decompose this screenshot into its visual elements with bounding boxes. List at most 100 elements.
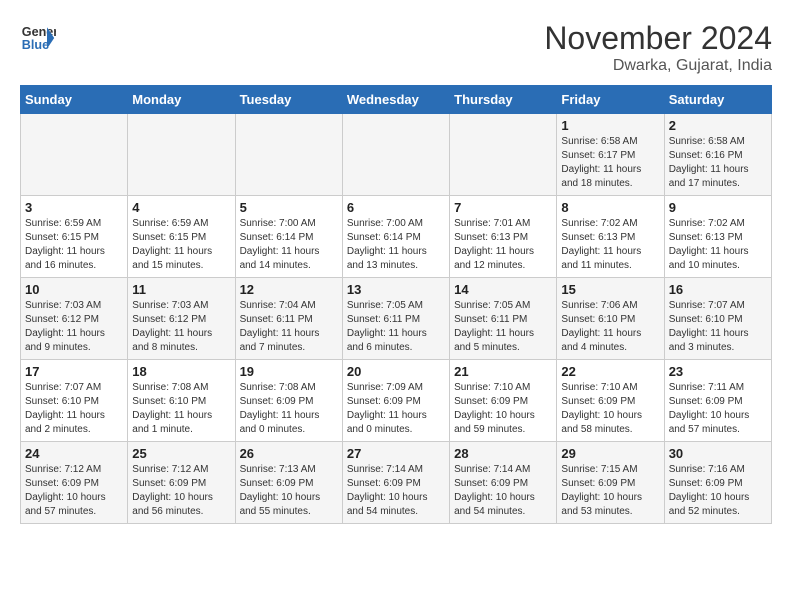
calendar-cell: 1 Sunrise: 6:58 AM Sunset: 6:17 PM Daylig…	[557, 114, 664, 196]
calendar-cell: 22 Sunrise: 7:10 AM Sunset: 6:09 PM Dayli…	[557, 360, 664, 442]
day-number: 29	[561, 446, 659, 461]
calendar-cell: 30 Sunrise: 7:16 AM Sunset: 6:09 PM Dayli…	[664, 442, 771, 524]
day-info: Sunrise: 7:10 AM Sunset: 6:09 PM Dayligh…	[561, 381, 659, 437]
day-number: 17	[25, 364, 123, 379]
day-number: 7	[454, 200, 552, 215]
day-info: Sunrise: 7:01 AM Sunset: 6:13 PM Dayligh…	[454, 217, 552, 273]
calendar-cell: 12 Sunrise: 7:04 AM Sunset: 6:11 PM Dayli…	[235, 278, 342, 360]
day-number: 23	[669, 364, 767, 379]
day-info: Sunrise: 7:14 AM Sunset: 6:09 PM Dayligh…	[454, 463, 552, 519]
day-number: 21	[454, 364, 552, 379]
day-info: Sunrise: 7:13 AM Sunset: 6:09 PM Dayligh…	[240, 463, 338, 519]
day-number: 26	[240, 446, 338, 461]
day-info: Sunrise: 7:04 AM Sunset: 6:11 PM Dayligh…	[240, 299, 338, 355]
day-info: Sunrise: 7:06 AM Sunset: 6:10 PM Dayligh…	[561, 299, 659, 355]
day-of-week-header: Monday	[128, 86, 235, 114]
calendar-cell: 8Sunrise: 7:02 AM Sunset: 6:13 PM Daylig…	[557, 196, 664, 278]
day-info: Sunrise: 7:00 AM Sunset: 6:14 PM Dayligh…	[240, 217, 338, 273]
day-of-week-header: Wednesday	[342, 86, 449, 114]
calendar-cell: 16 Sunrise: 7:07 AM Sunset: 6:10 PM Dayli…	[664, 278, 771, 360]
day-of-week-header: Saturday	[664, 86, 771, 114]
calendar-cell: 13 Sunrise: 7:05 AM Sunset: 6:11 PM Dayli…	[342, 278, 449, 360]
calendar-cell: 2 Sunrise: 6:58 AM Sunset: 6:16 PM Daylig…	[664, 114, 771, 196]
day-number: 28	[454, 446, 552, 461]
day-info: Sunrise: 7:03 AM Sunset: 6:12 PM Dayligh…	[25, 299, 123, 355]
day-number: 12	[240, 282, 338, 297]
calendar-cell: 18Sunrise: 7:08 AM Sunset: 6:10 PM Dayli…	[128, 360, 235, 442]
day-number: 14	[454, 282, 552, 297]
day-number: 16	[669, 282, 767, 297]
calendar-cell: 19 Sunrise: 7:08 AM Sunset: 6:09 PM Dayli…	[235, 360, 342, 442]
day-number: 24	[25, 446, 123, 461]
day-number: 22	[561, 364, 659, 379]
day-info: Sunrise: 7:08 AM Sunset: 6:09 PM Dayligh…	[240, 381, 338, 437]
day-number: 6	[347, 200, 445, 215]
day-info: Sunrise: 7:09 AM Sunset: 6:09 PM Dayligh…	[347, 381, 445, 437]
calendar-cell: 26 Sunrise: 7:13 AM Sunset: 6:09 PM Dayli…	[235, 442, 342, 524]
day-info: Sunrise: 6:59 AM Sunset: 6:15 PM Dayligh…	[132, 217, 230, 273]
calendar-cell: 5 Sunrise: 7:00 AM Sunset: 6:14 PM Daylig…	[235, 196, 342, 278]
day-number: 2	[669, 118, 767, 133]
day-info: Sunrise: 7:12 AM Sunset: 6:09 PM Dayligh…	[25, 463, 123, 519]
day-info: Sunrise: 7:14 AM Sunset: 6:09 PM Dayligh…	[347, 463, 445, 519]
day-info: Sunrise: 7:15 AM Sunset: 6:09 PM Dayligh…	[561, 463, 659, 519]
calendar-cell: 14 Sunrise: 7:05 AM Sunset: 6:11 PM Dayli…	[450, 278, 557, 360]
title-block: November 2024 Dwarka, Gujarat, India	[544, 20, 772, 75]
location-subtitle: Dwarka, Gujarat, India	[544, 57, 772, 75]
day-number: 30	[669, 446, 767, 461]
day-number: 1	[561, 118, 659, 133]
calendar-cell	[450, 114, 557, 196]
day-info: Sunrise: 6:58 AM Sunset: 6:16 PM Dayligh…	[669, 135, 767, 191]
day-info: Sunrise: 7:07 AM Sunset: 6:10 PM Dayligh…	[669, 299, 767, 355]
calendar-cell: 29 Sunrise: 7:15 AM Sunset: 6:09 PM Dayli…	[557, 442, 664, 524]
day-of-week-header: Thursday	[450, 86, 557, 114]
calendar-cell: 7 Sunrise: 7:01 AM Sunset: 6:13 PM Daylig…	[450, 196, 557, 278]
day-info: Sunrise: 7:05 AM Sunset: 6:11 PM Dayligh…	[347, 299, 445, 355]
month-year-title: November 2024	[544, 20, 772, 57]
calendar-table: SundayMondayTuesdayWednesdayThursdayFrid…	[20, 85, 772, 524]
day-of-week-header: Sunday	[21, 86, 128, 114]
calendar-week-row: 1 Sunrise: 6:58 AM Sunset: 6:17 PM Daylig…	[21, 114, 772, 196]
day-info: Sunrise: 7:03 AM Sunset: 6:12 PM Dayligh…	[132, 299, 230, 355]
calendar-cell: 11 Sunrise: 7:03 AM Sunset: 6:12 PM Dayli…	[128, 278, 235, 360]
day-number: 3	[25, 200, 123, 215]
calendar-cell	[235, 114, 342, 196]
logo: General Blue	[20, 20, 56, 56]
calendar-cell: 21 Sunrise: 7:10 AM Sunset: 6:09 PM Dayli…	[450, 360, 557, 442]
day-info: Sunrise: 7:05 AM Sunset: 6:11 PM Dayligh…	[454, 299, 552, 355]
day-number: 15	[561, 282, 659, 297]
calendar-cell: 15 Sunrise: 7:06 AM Sunset: 6:10 PM Dayli…	[557, 278, 664, 360]
day-number: 10	[25, 282, 123, 297]
day-of-week-header: Friday	[557, 86, 664, 114]
day-info: Sunrise: 7:07 AM Sunset: 6:10 PM Dayligh…	[25, 381, 123, 437]
day-number: 5	[240, 200, 338, 215]
calendar-week-row: 17 Sunrise: 7:07 AM Sunset: 6:10 PM Dayli…	[21, 360, 772, 442]
day-info: Sunrise: 6:59 AM Sunset: 6:15 PM Dayligh…	[25, 217, 123, 273]
calendar-cell: 20Sunrise: 7:09 AM Sunset: 6:09 PM Dayli…	[342, 360, 449, 442]
calendar-cell: 17 Sunrise: 7:07 AM Sunset: 6:10 PM Dayli…	[21, 360, 128, 442]
calendar-week-row: 10 Sunrise: 7:03 AM Sunset: 6:12 PM Dayli…	[21, 278, 772, 360]
calendar-cell: 23 Sunrise: 7:11 AM Sunset: 6:09 PM Dayli…	[664, 360, 771, 442]
calendar-cell: 3 Sunrise: 6:59 AM Sunset: 6:15 PM Daylig…	[21, 196, 128, 278]
calendar-cell: 9Sunrise: 7:02 AM Sunset: 6:13 PM Daylig…	[664, 196, 771, 278]
logo-icon: General Blue	[20, 20, 56, 56]
calendar-cell	[342, 114, 449, 196]
day-number: 8	[561, 200, 659, 215]
day-of-week-header: Tuesday	[235, 86, 342, 114]
day-info: Sunrise: 6:58 AM Sunset: 6:17 PM Dayligh…	[561, 135, 659, 191]
day-number: 19	[240, 364, 338, 379]
day-info: Sunrise: 7:16 AM Sunset: 6:09 PM Dayligh…	[669, 463, 767, 519]
day-number: 13	[347, 282, 445, 297]
day-info: Sunrise: 7:11 AM Sunset: 6:09 PM Dayligh…	[669, 381, 767, 437]
calendar-cell: 10 Sunrise: 7:03 AM Sunset: 6:12 PM Dayli…	[21, 278, 128, 360]
day-number: 18	[132, 364, 230, 379]
day-number: 4	[132, 200, 230, 215]
calendar-cell: 6Sunrise: 7:00 AM Sunset: 6:14 PM Daylig…	[342, 196, 449, 278]
day-info: Sunrise: 7:10 AM Sunset: 6:09 PM Dayligh…	[454, 381, 552, 437]
calendar-cell	[128, 114, 235, 196]
calendar-cell: 27Sunrise: 7:14 AM Sunset: 6:09 PM Dayli…	[342, 442, 449, 524]
day-number: 11	[132, 282, 230, 297]
day-number: 25	[132, 446, 230, 461]
calendar-cell: 4 Sunrise: 6:59 AM Sunset: 6:15 PM Daylig…	[128, 196, 235, 278]
calendar-week-row: 3 Sunrise: 6:59 AM Sunset: 6:15 PM Daylig…	[21, 196, 772, 278]
